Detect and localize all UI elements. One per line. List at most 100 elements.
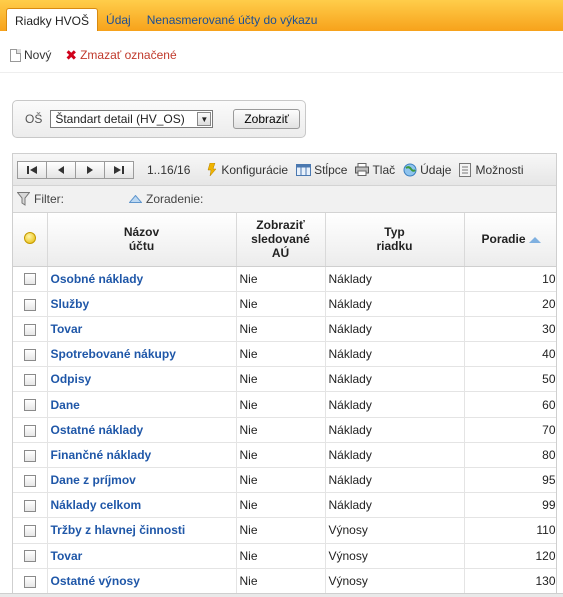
row-type-cell: Výnosy — [325, 568, 465, 594]
account-name-link[interactable]: Ostatné náklady — [51, 423, 144, 437]
table-row[interactable]: Náklady celkom Nie Náklady 99 — [13, 492, 556, 519]
account-name-cell: Osobné náklady — [47, 266, 237, 292]
account-name-link[interactable]: Náklady celkom — [51, 498, 142, 512]
prev-page-button[interactable] — [46, 160, 76, 179]
os-filter-box: OŠ Štandart detail (HV_OS) ▼ Zobraziť — [12, 100, 306, 138]
row-checkbox-cell[interactable] — [13, 291, 48, 317]
row-checkbox[interactable] — [23, 298, 36, 311]
table-row[interactable]: Finančné náklady Nie Náklady 80 — [13, 442, 556, 469]
accounts-table: Názov účtu Zobraziť sledované AÚ Typ ria… — [13, 213, 556, 594]
row-checkbox-cell[interactable] — [13, 266, 48, 292]
table-row[interactable]: Odpisy Nie Náklady 50 — [13, 366, 556, 393]
filter-control[interactable]: Filter: — [17, 192, 129, 206]
table-row[interactable]: Tovar Nie Výnosy 120 — [13, 543, 556, 569]
account-name-cell: Dane — [47, 391, 237, 418]
row-checkbox-cell[interactable] — [13, 467, 48, 494]
row-checkbox[interactable] — [23, 348, 36, 361]
tab-bar: Riadky HVOŠ Údaj Nenasmerované účty do v… — [6, 8, 325, 31]
row-checkbox-cell[interactable] — [13, 316, 48, 343]
table-row[interactable]: Ostatné výnosy Nie Výnosy 130 — [13, 568, 556, 594]
row-checkbox[interactable] — [23, 449, 36, 462]
data-button[interactable]: Údaje — [403, 163, 451, 177]
select-all-header[interactable] — [13, 213, 48, 267]
row-checkbox-cell[interactable] — [13, 543, 48, 569]
delete-x-icon: ✖ — [65, 47, 78, 63]
account-name-cell: Odpisy — [47, 366, 237, 393]
column-header-order-label: Poradie — [481, 232, 526, 247]
account-name-link[interactable]: Tovar — [51, 322, 83, 336]
next-page-button[interactable] — [75, 160, 105, 179]
account-name-link[interactable]: Tovar — [51, 549, 83, 563]
row-checkbox-cell[interactable] — [13, 492, 48, 519]
account-name-cell: Dane z príjmov — [47, 467, 237, 494]
show-tracked-cell: Nie — [236, 442, 326, 469]
show-tracked-cell: Nie — [236, 517, 326, 544]
account-name-link[interactable]: Finančné náklady — [51, 448, 152, 462]
columns-icon — [296, 163, 312, 176]
column-header-order[interactable]: Poradie — [464, 213, 556, 267]
tab-riadky-hvos[interactable]: Riadky HVOŠ — [6, 8, 99, 31]
column-header-show-tracked[interactable]: Zobraziť sledované AÚ — [236, 213, 326, 267]
new-button[interactable]: Nový — [10, 48, 51, 62]
row-checkbox[interactable] — [23, 550, 36, 563]
account-name-link[interactable]: Odpisy — [51, 372, 92, 386]
row-checkbox[interactable] — [23, 525, 36, 538]
row-checkbox[interactable] — [23, 273, 36, 286]
account-name-cell: Tržby z hlavnej činnosti — [47, 517, 237, 544]
row-checkbox-cell[interactable] — [13, 517, 48, 544]
delete-selected-button[interactable]: ✖ Zmazať označené — [65, 48, 176, 62]
options-button[interactable]: Možnosti — [459, 162, 524, 177]
table-row[interactable]: Spotrebované nákupy Nie Náklady 40 — [13, 341, 556, 368]
status-dot-icon — [23, 231, 36, 244]
account-name-link[interactable]: Dane z príjmov — [51, 473, 136, 487]
sort-control[interactable]: Zoradenie: — [129, 192, 203, 206]
account-name-link[interactable]: Tržby z hlavnej činnosti — [51, 523, 186, 537]
row-checkbox-cell[interactable] — [13, 391, 48, 418]
table-row[interactable]: Tržby z hlavnej činnosti Nie Výnosy 110 — [13, 517, 556, 544]
account-name-cell: Tovar — [47, 316, 237, 343]
dropdown-arrow-icon[interactable]: ▼ — [197, 112, 212, 126]
row-checkbox-cell[interactable] — [13, 568, 48, 594]
row-checkbox[interactable] — [23, 374, 36, 387]
column-header-row-type[interactable]: Typ riadku — [325, 213, 465, 267]
columns-label: Stĺpce — [314, 162, 348, 177]
account-name-link[interactable]: Spotrebované nákupy — [51, 347, 176, 361]
row-checkbox-cell[interactable] — [13, 442, 48, 469]
table-row[interactable]: Dane z príjmov Nie Náklady 95 — [13, 467, 556, 494]
top-header: Riadky HVOŠ Údaj Nenasmerované účty do v… — [0, 0, 563, 31]
prev-page-icon — [58, 165, 64, 174]
show-tracked-cell: Nie — [236, 316, 326, 343]
first-page-button[interactable] — [17, 160, 47, 179]
tab-nenasmerovane-ucty[interactable]: Nenasmerované účty do výkazu — [139, 8, 326, 31]
show-button[interactable]: Zobraziť — [233, 109, 300, 129]
last-page-button[interactable] — [104, 160, 134, 179]
row-checkbox[interactable] — [23, 399, 36, 412]
account-name-link[interactable]: Ostatné výnosy — [51, 574, 140, 588]
account-name-link[interactable]: Dane — [51, 398, 80, 412]
columns-button[interactable]: Stĺpce — [296, 163, 347, 177]
account-name-link[interactable]: Osobné náklady — [51, 272, 144, 286]
row-checkbox[interactable] — [23, 323, 36, 336]
row-checkbox[interactable] — [23, 424, 36, 437]
row-checkbox[interactable] — [23, 500, 36, 513]
row-checkbox-cell[interactable] — [13, 366, 48, 393]
table-row[interactable]: Dane Nie Náklady 60 — [13, 391, 556, 418]
horizontal-scrollbar[interactable] — [0, 593, 563, 597]
row-checkbox-cell[interactable] — [13, 417, 48, 443]
sort-ascending-icon — [129, 195, 142, 203]
tab-udaj[interactable]: Údaj — [98, 8, 139, 31]
os-select[interactable]: Štandart detail (HV_OS) ▼ — [50, 110, 214, 128]
table-row[interactable]: Osobné náklady Nie Náklady 10 — [13, 266, 556, 292]
account-name-link[interactable]: Služby — [51, 297, 90, 311]
column-header-name[interactable]: Názov účtu — [47, 213, 237, 267]
table-row[interactable]: Tovar Nie Náklady 30 — [13, 316, 556, 343]
row-checkbox-cell[interactable] — [13, 341, 48, 368]
show-tracked-cell: Nie — [236, 568, 326, 594]
configurations-button[interactable]: Konfigurácie — [206, 163, 288, 177]
row-checkbox[interactable] — [23, 575, 36, 588]
table-row[interactable]: Ostatné náklady Nie Náklady 70 — [13, 417, 556, 443]
print-button[interactable]: Tlač — [355, 163, 395, 177]
table-row[interactable]: Služby Nie Náklady 20 — [13, 291, 556, 317]
order-cell: 99 — [464, 492, 556, 519]
row-checkbox[interactable] — [23, 474, 36, 487]
